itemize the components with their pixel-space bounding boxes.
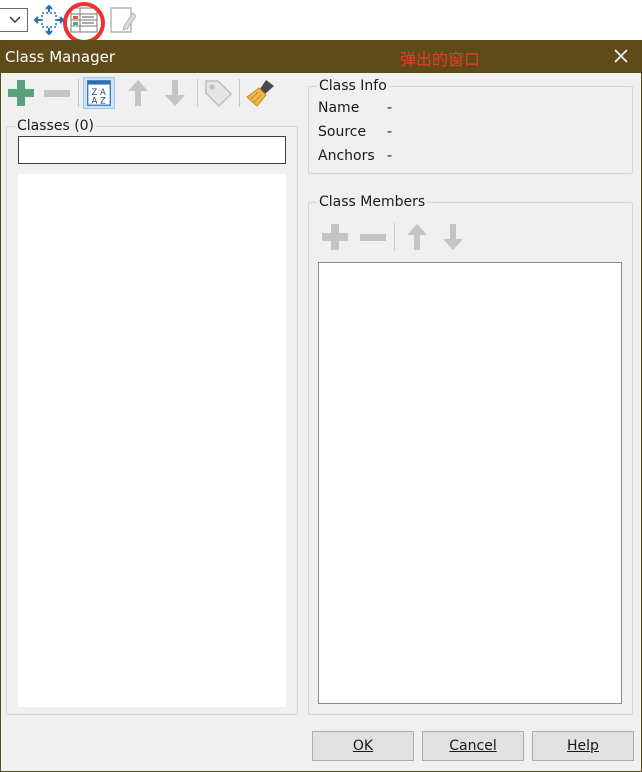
dialog-titlebar: Class Manager 弹出的窗口 [1, 41, 641, 73]
move-down-icon[interactable] [159, 77, 191, 109]
highlight-ring [63, 2, 105, 44]
remove-member-icon[interactable] [357, 221, 389, 253]
class-info-legend: Class Info [319, 78, 387, 94]
ok-button[interactable]: OK [312, 731, 414, 761]
svg-text:Z: Z [100, 95, 106, 105]
class-filter-input[interactable] [18, 136, 286, 164]
member-down-icon[interactable] [437, 221, 469, 253]
combo-box[interactable] [0, 8, 28, 32]
class-list[interactable] [18, 174, 286, 707]
annotation-text: 弹出的窗口 [400, 50, 481, 69]
info-name-value: - [387, 100, 393, 116]
tag-icon[interactable] [202, 77, 234, 109]
add-member-icon[interactable] [319, 221, 351, 253]
info-anchors-value: - [387, 148, 393, 164]
remove-class-icon[interactable] [41, 77, 73, 109]
info-anchors-label: Anchors [318, 148, 375, 164]
sort-az-icon[interactable]: Z A A Z [83, 77, 115, 109]
classes-toolbar: Z A A Z [5, 77, 295, 111]
add-class-icon[interactable] [5, 77, 37, 109]
chevron-down-icon [9, 16, 21, 23]
member-list[interactable] [318, 262, 622, 704]
info-source-label: Source [318, 124, 367, 140]
class-manager-dialog: Class Manager 弹出的窗口 Z A A Z Classes (0) … [0, 40, 642, 772]
member-up-icon[interactable] [401, 221, 433, 253]
fit-page-icon[interactable] [33, 4, 65, 36]
cancel-button[interactable]: Cancel [422, 731, 524, 761]
svg-text:A: A [92, 95, 98, 105]
classes-legend: Classes (0) [17, 118, 95, 134]
close-icon[interactable] [611, 46, 631, 66]
app-toolbar [0, 0, 642, 44]
broom-icon[interactable] [245, 77, 277, 109]
info-name-label: Name [318, 100, 360, 116]
class-members-legend: Class Members [319, 194, 426, 210]
page-edit-icon[interactable] [106, 4, 138, 36]
help-button[interactable]: Help [532, 731, 634, 761]
members-toolbar [319, 221, 479, 253]
dialog-title: Class Manager [5, 48, 115, 66]
info-source-value: - [387, 124, 393, 140]
move-up-icon[interactable] [122, 77, 154, 109]
